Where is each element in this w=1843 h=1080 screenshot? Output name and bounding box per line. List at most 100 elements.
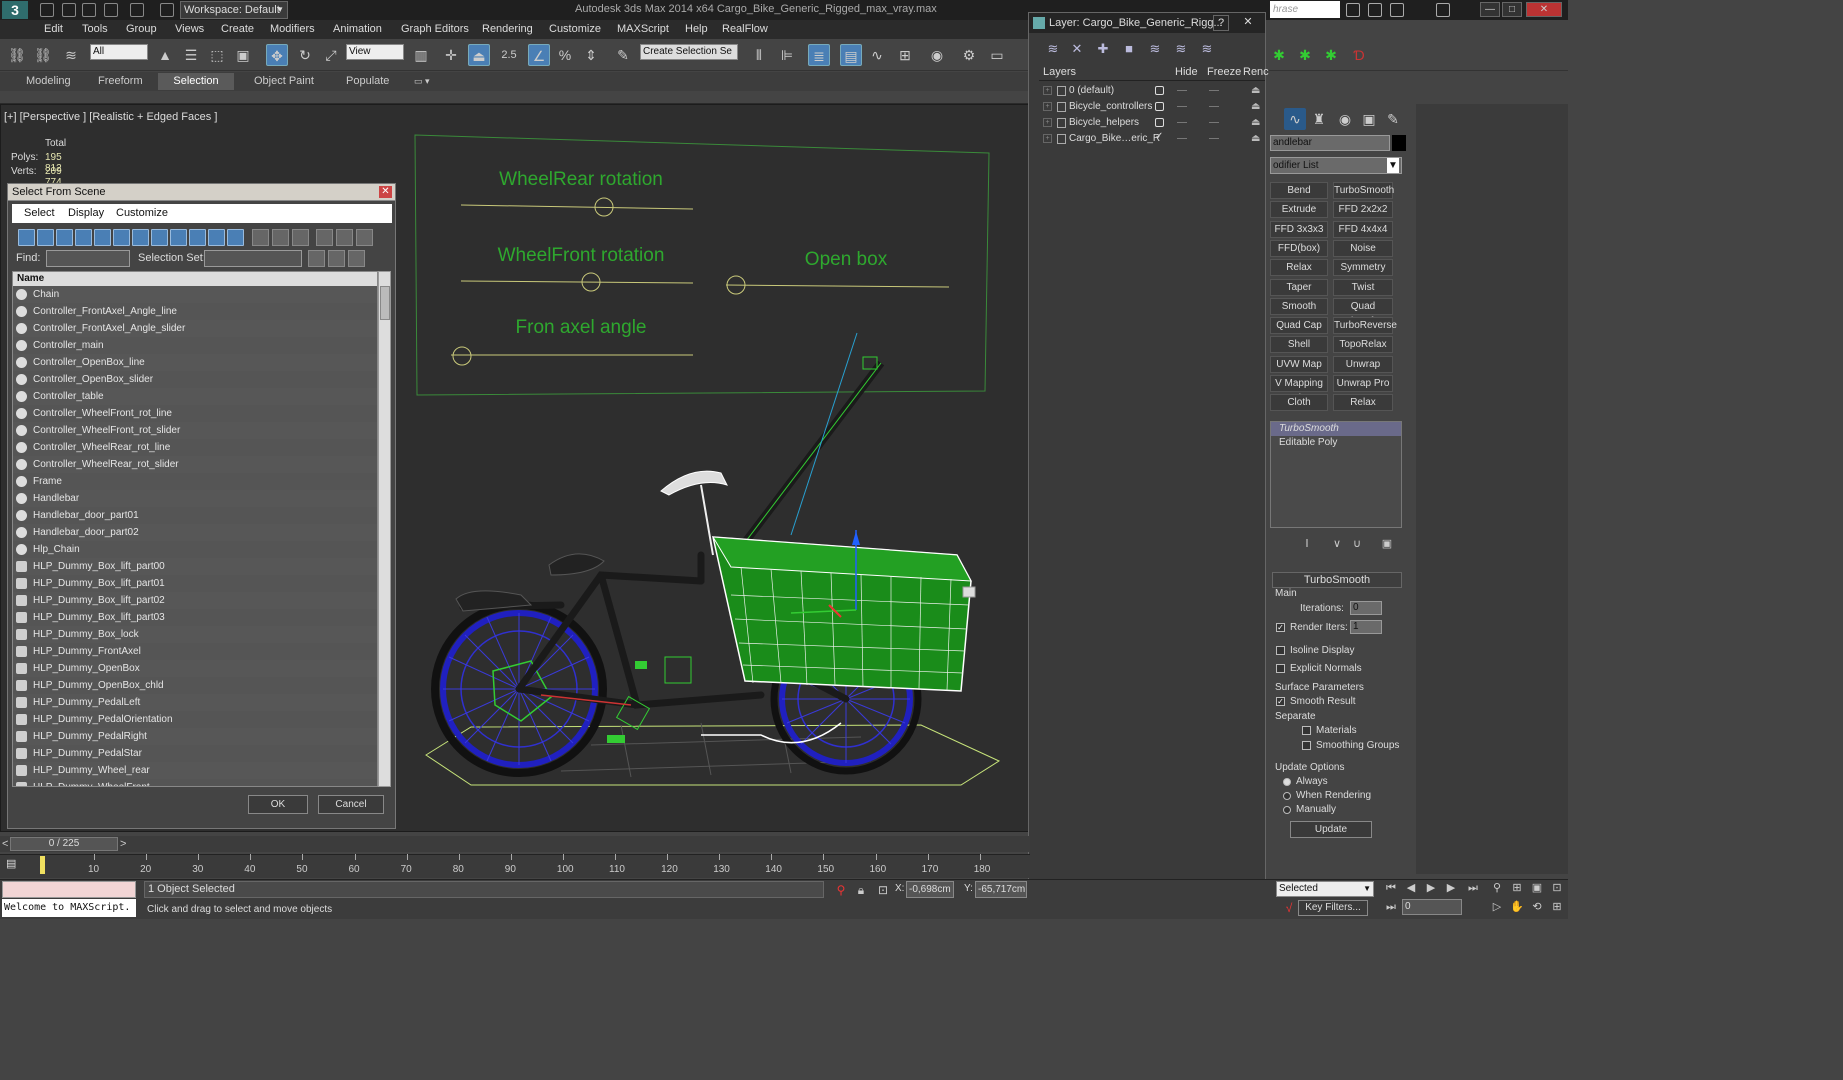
modifier-button[interactable]: Relax xyxy=(1270,259,1328,277)
link-icon[interactable]: ⛓ xyxy=(6,44,28,66)
col-render[interactable]: Renc xyxy=(1243,66,1269,78)
auto-key-curve-icon[interactable]: √ xyxy=(1278,897,1300,919)
layer-row[interactable]: + Cargo_Bike…eric_R ✓ ⏏ xyxy=(1039,131,1265,147)
menu-graph-editors[interactable]: Graph Editors xyxy=(401,23,469,35)
freeze-toggle[interactable] xyxy=(1209,122,1219,123)
hide-toggle[interactable] xyxy=(1177,90,1187,91)
col-layers[interactable]: Layers xyxy=(1043,66,1076,78)
make-unique-icon[interactable]: ∪ xyxy=(1346,533,1368,555)
object-list-row[interactable]: HLP_Dummy_OpenBox_chld xyxy=(13,677,377,694)
select-manipulate-icon[interactable]: ✛ xyxy=(440,44,462,66)
manually-radio[interactable] xyxy=(1283,806,1291,814)
stack-item-turbosmooth[interactable]: TurboSmooth xyxy=(1271,422,1401,436)
column-header-name[interactable]: Name xyxy=(13,272,377,286)
hierarchy-icon[interactable] xyxy=(336,229,353,246)
modifier-button[interactable]: FFD 2x2x2 xyxy=(1333,201,1393,219)
timeslider-prev-icon[interactable]: < xyxy=(2,838,8,850)
pivot-center-icon[interactable]: ▥ xyxy=(410,44,432,66)
modifier-button[interactable]: FFD(box) xyxy=(1270,239,1328,257)
bind-space-warp-icon[interactable]: ≋ xyxy=(60,44,82,66)
goto-end-icon[interactable]: ⏭ xyxy=(1462,877,1484,899)
absolute-mode-icon[interactable]: ⊡ xyxy=(872,879,894,901)
menu-create[interactable]: Create xyxy=(221,23,254,35)
layer-current-checkbox[interactable] xyxy=(1155,86,1164,95)
star-icon[interactable] xyxy=(1390,3,1404,17)
tab-populate[interactable]: Populate xyxy=(336,73,399,90)
filter-xrefs-icon[interactable] xyxy=(151,229,168,246)
filter-funnel-icon[interactable] xyxy=(316,229,333,246)
layer-name[interactable]: Cargo_Bike…eric_R xyxy=(1069,133,1160,144)
motion-tab-icon[interactable]: ◉ xyxy=(1334,108,1356,130)
modifier-button[interactable]: Relax xyxy=(1333,394,1393,412)
play-icon[interactable]: ▶ xyxy=(1420,877,1442,899)
modify-tab-icon[interactable]: ∿ xyxy=(1284,108,1306,130)
keyboard-shortcut-toggle-icon[interactable]: ⏏ xyxy=(468,44,490,66)
modifier-button[interactable]: Cloth xyxy=(1270,394,1328,412)
dialog-close-button[interactable]: ✕ xyxy=(379,186,392,198)
object-list-row[interactable]: HLP_Dummy_Box_lift_part03 xyxy=(13,609,377,626)
display-tab-icon[interactable]: ▣ xyxy=(1358,108,1380,130)
isolate-selection-icon[interactable]: ⚲ xyxy=(830,879,852,901)
select-invert-icon[interactable] xyxy=(292,229,309,246)
filter-hidden-icon[interactable] xyxy=(227,229,244,246)
timeslider-next-icon[interactable]: > xyxy=(120,838,126,850)
object-list-row[interactable]: Handlebar_door_part02 xyxy=(13,524,377,541)
layer-name[interactable]: Bicycle_controllers xyxy=(1069,101,1152,112)
object-list-row[interactable]: HLP_Dummy_PedalLeft xyxy=(13,694,377,711)
schematic-view-icon[interactable]: ⊞ xyxy=(894,44,916,66)
object-list-row[interactable]: HLP_Dummy_Box_lift_part02 xyxy=(13,592,377,609)
object-list-row[interactable]: Controller_OpenBox_slider xyxy=(13,371,377,388)
layer-name[interactable]: Bicycle_helpers xyxy=(1069,117,1139,128)
select-all-icon[interactable] xyxy=(252,229,269,246)
app-logo-icon[interactable]: 3 xyxy=(2,1,28,19)
highlight-layer-icon[interactable]: ≋ xyxy=(1147,41,1163,57)
object-list-row[interactable]: Controller_WheelFront_rot_line xyxy=(13,405,377,422)
show-end-result-icon[interactable]: ∨ xyxy=(1326,533,1348,555)
help-icon[interactable] xyxy=(1436,3,1450,17)
layer-close-button[interactable]: ✕ xyxy=(1239,15,1257,31)
selection-filter-dropdown[interactable]: All xyxy=(90,44,148,60)
select-none-icon[interactable] xyxy=(272,229,289,246)
filter-helpers-icon[interactable] xyxy=(94,229,111,246)
render-teapot-icon[interactable]: ⏏ xyxy=(1251,133,1260,144)
modifier-button[interactable]: TurboSmooth xyxy=(1333,182,1394,199)
expand-icon[interactable]: + xyxy=(1043,134,1052,143)
modifier-button[interactable]: Unwrap UVW xyxy=(1333,355,1393,385)
reference-coordinate-dropdown[interactable]: View xyxy=(346,44,404,60)
maxscript-listener-input[interactable] xyxy=(2,881,136,898)
render-teapot-icon[interactable]: ⏏ xyxy=(1251,101,1260,112)
material-editor-icon[interactable]: ◉ xyxy=(926,44,948,66)
graphite-ribbon-icon[interactable]: ▤ xyxy=(840,44,862,66)
modifier-button[interactable]: Smooth xyxy=(1270,297,1328,315)
select-objects-icon[interactable]: ■ xyxy=(1121,41,1137,57)
snaps-toggle-icon[interactable]: 2.5 xyxy=(498,44,520,66)
filter-shapes-icon[interactable] xyxy=(37,229,54,246)
explicit-normals-checkbox[interactable] xyxy=(1276,664,1285,673)
menu-customize[interactable]: Customize xyxy=(549,23,601,35)
time-slider[interactable]: 0 / 225 xyxy=(10,837,118,851)
unlink-icon[interactable]: ⛓ xyxy=(32,44,54,66)
expand-icon[interactable]: + xyxy=(1043,118,1052,127)
realflow-icon-1[interactable]: ✱ xyxy=(1268,44,1290,66)
object-list-row[interactable]: HLP_Dummy_Wheel_rear xyxy=(13,762,377,779)
freeze-toggle[interactable] xyxy=(1209,138,1219,139)
realflow-icon-2[interactable]: ✱ xyxy=(1294,44,1316,66)
window-crossing-icon[interactable]: ▣ xyxy=(232,44,254,66)
object-list-row[interactable]: Frame xyxy=(13,473,377,490)
delete-layer-icon[interactable]: ✕ xyxy=(1069,41,1085,57)
modifier-button[interactable]: Bend xyxy=(1270,182,1328,199)
modifier-list-dropdown[interactable]: odifier List ▼ xyxy=(1270,157,1402,174)
open-file-icon[interactable] xyxy=(62,3,76,17)
configure-modifier-sets-icon[interactable]: ▣ xyxy=(1376,533,1398,555)
object-list-row[interactable]: Handlebar_door_part01 xyxy=(13,507,377,524)
menu-rendering[interactable]: Rendering xyxy=(482,23,533,35)
object-list-row[interactable]: HLP_Dummy_PedalOrientation xyxy=(13,711,377,728)
y-coord-input[interactable]: -65,717cm xyxy=(975,881,1027,898)
modifier-button[interactable]: Noise xyxy=(1333,239,1393,257)
iterations-spinner[interactable]: 0 xyxy=(1350,601,1382,615)
freeze-all-icon[interactable]: ≋ xyxy=(1199,41,1215,57)
object-list-row[interactable]: Controller_FrontAxel_Angle_slider xyxy=(13,320,377,337)
tab-selection[interactable]: Selection xyxy=(158,73,234,90)
new-file-icon[interactable] xyxy=(40,3,54,17)
modifier-button[interactable]: TurboReverse xyxy=(1333,317,1397,335)
